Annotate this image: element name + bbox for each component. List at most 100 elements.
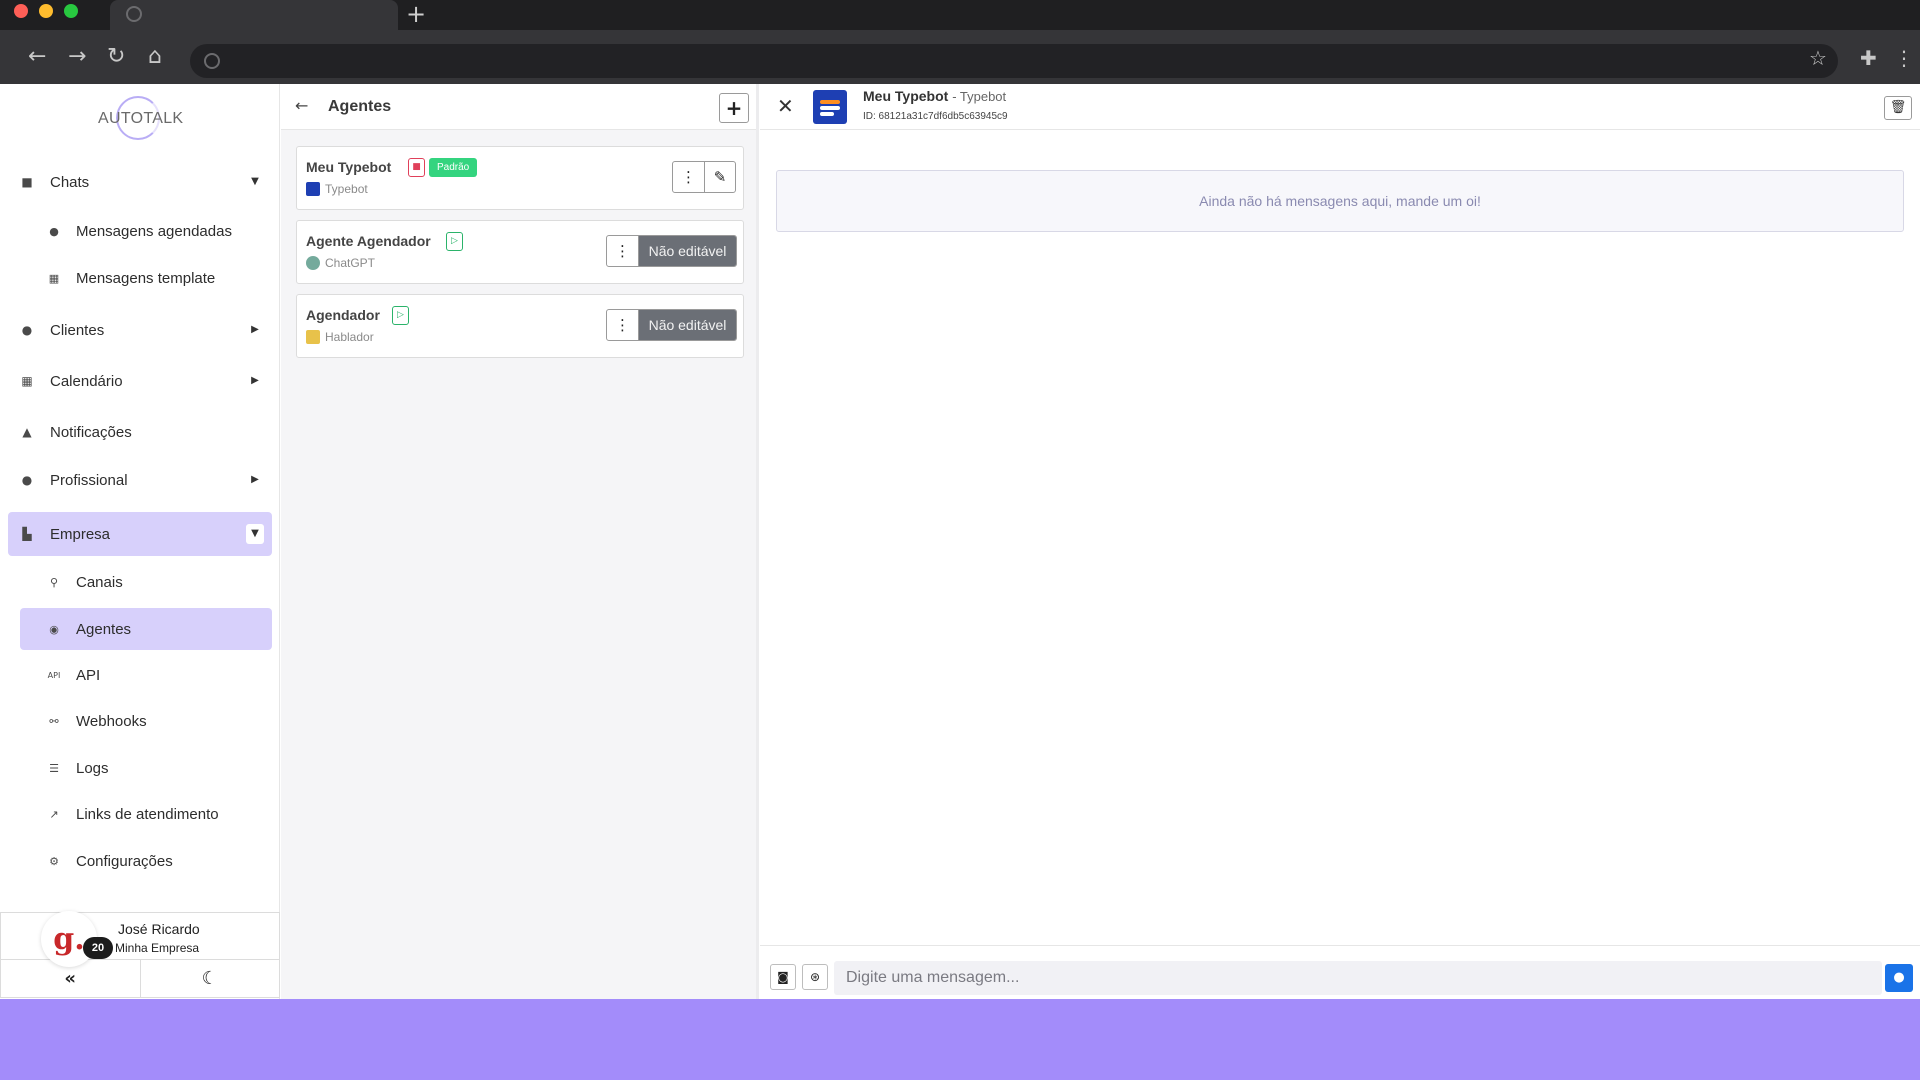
hablador-icon (306, 330, 320, 344)
reload-icon[interactable]: ↻ (107, 46, 125, 68)
not-editable-button[interactable]: Não editável (638, 236, 736, 266)
agent-name: Meu Typebot (306, 159, 392, 175)
agent-actions: ⋮ ✎ (672, 161, 736, 193)
app: AUTOTALK ■ Chats ▼ ● Mensagens agendadas… (0, 84, 1920, 999)
agent-name: Agendador (306, 307, 380, 323)
clock-icon: ● (49, 224, 59, 238)
maximize-window-button[interactable] (64, 4, 78, 18)
sidebar-item-chats[interactable]: ■ Chats ▼ (8, 162, 272, 202)
user-profile[interactable]: g. 20 José Ricardo Minha Empresa (0, 911, 280, 967)
minimize-window-button[interactable] (39, 4, 53, 18)
dark-mode-moon-icon[interactable]: ☾ (141, 960, 280, 997)
external-link-icon: ↗ (49, 807, 59, 821)
add-agent-button[interactable]: + (719, 93, 749, 123)
edit-icon[interactable]: ✎ (704, 162, 735, 192)
globe-icon (126, 6, 142, 22)
user-company: Minha Empresa (115, 941, 200, 955)
home-icon[interactable]: ⌂ (148, 46, 162, 68)
api-icon: API (47, 670, 61, 680)
browser-menu-icon[interactable]: ⋮ (1894, 48, 1914, 68)
chevron-right-icon[interactable]: ▶ (246, 371, 264, 391)
chat-id: ID: 68121a31c7df6db5c63945c9 (863, 111, 1008, 122)
notification-count-badge: 20 (83, 937, 113, 959)
back-arrow-icon[interactable]: ← (28, 46, 46, 68)
default-badge: Padrão (429, 158, 478, 177)
page-title: Agentes (328, 98, 392, 115)
sidebar-item-webhooks[interactable]: ⚯ Webhooks (20, 701, 272, 741)
sidebar-item-calendario[interactable]: ▦ Calendário ▶ (8, 361, 272, 401)
sidebar-item-empresa[interactable]: ▙ Empresa ▼ (8, 512, 272, 556)
chatgpt-icon (306, 256, 320, 270)
empty-messages-notice: Ainda não há mensagens aqui, mande um oi… (776, 170, 1904, 232)
sidebar-item-logs[interactable]: ☰ Logs (20, 748, 272, 788)
message-composer: ◙ ⊛ ● (760, 945, 1920, 999)
chevron-right-icon[interactable]: ▶ (246, 470, 264, 490)
agent-card[interactable]: Meu Typebot ■ Padrão Typebot ⋮ ✎ (296, 146, 744, 210)
user-gear-icon: ● (21, 473, 33, 487)
list-icon: ☰ (49, 761, 59, 775)
sidebar-item-clientes[interactable]: ● Clientes ▶ (8, 310, 272, 350)
logo: AUTOTALK (98, 96, 183, 140)
trash-icon[interactable]: 🗑 (1884, 96, 1912, 120)
sidebar-item-links-de-atendimento[interactable]: ↗ Links de atendimento (20, 794, 272, 834)
agent-actions: ⋮ Não editável (606, 309, 737, 341)
sidebar-item-mensagens-template[interactable]: ▦ Mensagens template (20, 258, 272, 298)
more-options-icon[interactable]: ⋮ (607, 236, 638, 266)
agent-provider: Hablador (306, 330, 374, 344)
plug-icon: ⚲ (49, 575, 59, 589)
chevron-down-icon[interactable]: ▼ (246, 172, 264, 192)
agents-panel: ← Agentes + Meu Typebot ■ Padrão Typebot… (281, 84, 759, 999)
address-bar[interactable] (190, 44, 1838, 78)
typebot-logo-icon (813, 90, 847, 124)
new-tab-button[interactable]: + (406, 2, 426, 26)
forward-arrow-icon[interactable]: → (68, 46, 86, 68)
play-icon[interactable]: ▷ (392, 306, 409, 325)
chevron-right-icon[interactable]: ▶ (246, 320, 264, 340)
chat-panel: ✕ Meu Typebot - Typebot ID: 68121a31c7df… (760, 84, 1920, 999)
sidebar-item-api[interactable]: API API (20, 655, 272, 695)
play-icon[interactable]: ▷ (446, 232, 463, 251)
star-icon[interactable]: ☆ (1809, 48, 1827, 68)
back-arrow-icon[interactable]: ← (295, 96, 308, 115)
browser-tab-strip: + (0, 0, 1920, 35)
sidebar-item-canais[interactable]: ⚲ Canais (20, 562, 272, 602)
stop-icon[interactable]: ■ (408, 158, 425, 177)
agent-provider: Typebot (306, 182, 368, 196)
chevron-down-icon[interactable]: ▼ (246, 524, 264, 544)
chat-title: Meu Typebot - Typebot (863, 88, 1007, 104)
sidebar-item-profissional[interactable]: ● Profissional ▶ (8, 460, 272, 500)
sidebar-item-agentes[interactable]: ◉ Agentes (20, 608, 272, 650)
sidebar-item-notificacoes[interactable]: ▲ Notificações (8, 412, 272, 452)
chat-bubble-icon: ■ (21, 175, 33, 189)
bell-icon: ▲ (22, 425, 32, 439)
building-icon: ▙ (22, 527, 32, 541)
more-options-icon[interactable]: ⋮ (673, 162, 704, 192)
sidebar-footer: « ☾ (0, 960, 280, 998)
attachment-icon[interactable]: ⊛ (802, 964, 828, 990)
webhook-icon: ⚯ (49, 714, 59, 728)
users-icon: ● (21, 323, 33, 337)
calendar-icon: ▦ (21, 374, 33, 388)
agent-name: Agente Agendador (306, 233, 431, 249)
agent-provider: ChatGPT (306, 256, 375, 270)
collapse-sidebar-icon[interactable]: « (1, 960, 141, 997)
extensions-icon[interactable]: ✚ (1860, 48, 1877, 68)
not-editable-button[interactable]: Não editável (638, 310, 736, 340)
microphone-icon[interactable]: ● (1885, 964, 1913, 992)
more-options-icon[interactable]: ⋮ (607, 310, 638, 340)
agent-card[interactable]: Agendador ▷ Hablador ⋮ Não editável (296, 294, 744, 358)
sidebar: AUTOTALK ■ Chats ▼ ● Mensagens agendadas… (0, 84, 280, 999)
typebot-icon (306, 182, 320, 196)
user-name: José Ricardo (118, 921, 200, 937)
close-icon[interactable]: ✕ (777, 94, 794, 118)
camera-icon[interactable]: ◙ (770, 964, 796, 990)
agents-header: ← Agentes + (281, 84, 756, 130)
chat-header: ✕ Meu Typebot - Typebot ID: 68121a31c7df… (760, 84, 1920, 130)
sidebar-item-configuracoes[interactable]: ⚙ Configurações (20, 841, 272, 881)
agent-card[interactable]: Agente Agendador ▷ ChatGPT ⋮ Não editáve… (296, 220, 744, 284)
close-window-button[interactable] (14, 4, 28, 18)
site-info-icon[interactable] (204, 53, 220, 69)
message-input[interactable] (834, 961, 1882, 995)
agent-actions: ⋮ Não editável (606, 235, 737, 267)
sidebar-item-mensagens-agendadas[interactable]: ● Mensagens agendadas (20, 211, 272, 251)
